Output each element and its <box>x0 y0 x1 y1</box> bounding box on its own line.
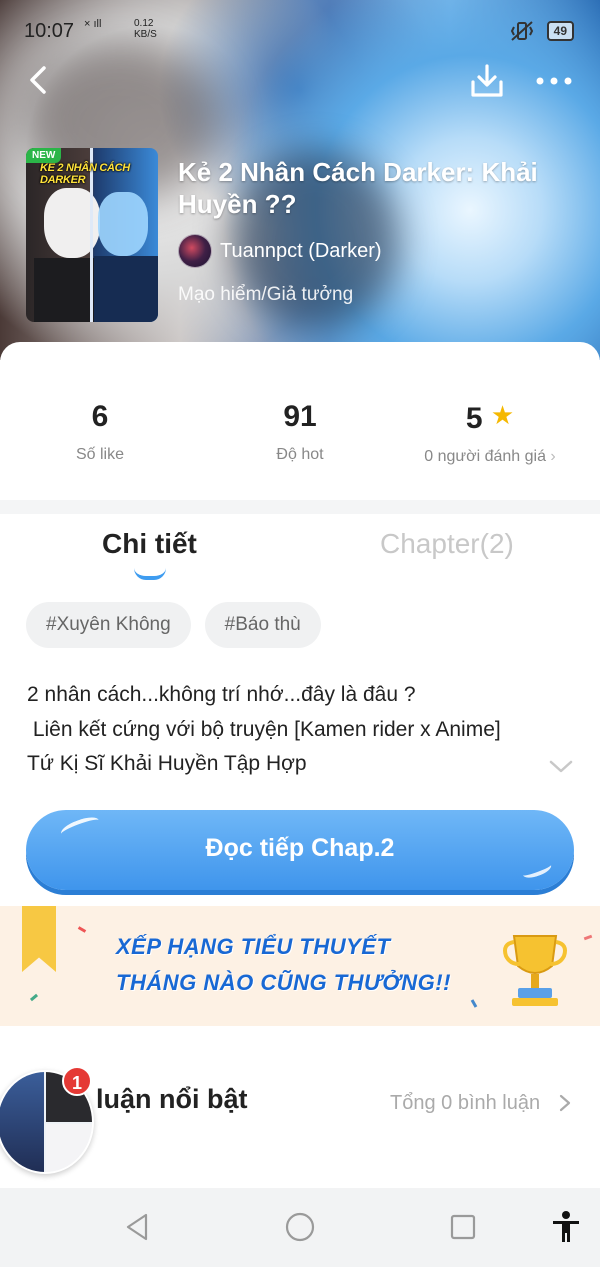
notification-badge: 1 <box>62 1066 92 1096</box>
vibrate-icon <box>510 21 533 41</box>
book-title: Kẻ 2 Nhân Cách Darker: Khải Huyền ?? <box>178 157 538 219</box>
continue-reading-button[interactable]: Đọc tiếp Chap.2 <box>26 810 574 890</box>
expand-chevron-icon[interactable] <box>548 758 574 776</box>
hot-label: Độ hot <box>276 446 324 463</box>
book-cover[interactable]: KẺ 2 NHÂN CÁCH DARKER NEW <box>26 148 158 322</box>
book-genre: Mạo hiểm/Giả tưởng <box>178 284 354 305</box>
download-icon[interactable] <box>468 62 506 100</box>
cover-title: KẺ 2 NHÂN CÁCH DARKER <box>40 162 130 186</box>
description-line: 2 nhân cách...không trí nhớ...đây là đâu… <box>27 683 416 706</box>
chevron-right-icon[interactable] <box>558 1094 572 1112</box>
system-back-icon[interactable] <box>120 1210 154 1244</box>
status-bar: 10:07 × ıll 0.12 KB/S 49 <box>0 14 600 50</box>
cover-art <box>94 256 158 322</box>
battery-icon: 49 <box>546 21 574 41</box>
system-home-icon[interactable] <box>283 1210 317 1244</box>
description: 2 nhân cách...không trí nhớ...đây là đâu… <box>27 678 567 782</box>
signal-icon: × ıll <box>84 18 102 30</box>
stat-likes: 6 Số like <box>0 400 200 464</box>
comments-title: luận nổi bật <box>96 1084 248 1114</box>
status-right: 49 <box>509 20 574 42</box>
hot-value: 91 <box>283 400 317 433</box>
avatar <box>46 1124 92 1172</box>
rating-label[interactable]: 0 người đánh giá <box>424 448 546 465</box>
system-navigation-bar <box>0 1188 600 1267</box>
stat-hot: 91 Độ hot <box>200 400 400 464</box>
tag-list: #Xuyên Không #Báo thù <box>26 602 321 648</box>
star-icon: ★ <box>490 400 515 430</box>
tab-bar: Chi tiết Chapter(2) <box>0 514 600 584</box>
tab-indicator <box>134 568 166 580</box>
tab-detail[interactable]: Chi tiết <box>102 528 197 560</box>
confetti <box>29 993 39 1002</box>
tab-chapters[interactable]: Chapter(2) <box>380 528 514 560</box>
chevron-right-icon: › <box>550 448 556 465</box>
likes-value: 6 <box>91 400 109 433</box>
more-dots-icon[interactable] <box>534 68 574 94</box>
cover-art <box>98 192 148 256</box>
author-row[interactable]: Tuannpct (Darker) <box>178 234 382 268</box>
stat-rating[interactable]: 5 ★ 0 người đánh giá › <box>390 400 590 466</box>
tag-chip[interactable]: #Báo thù <box>204 602 321 648</box>
header-banner: 10:07 × ıll 0.12 KB/S 49 KẺ 2 NHÂN CÁCH … <box>0 0 600 360</box>
description-line: Liên kết cứng với bộ truyện [Kamen rider… <box>27 717 501 741</box>
confetti <box>583 934 593 941</box>
ranking-promo-banner[interactable]: XẾP HẠNG TIỂU THUYẾT THÁNG NÀO CŨNG THƯỞ… <box>0 906 600 1026</box>
net-speed: 0.12 KB/S <box>134 18 157 40</box>
rating-label-row[interactable]: 0 người đánh giá › <box>390 448 590 466</box>
comments-total[interactable]: Tổng 0 bình luận <box>390 1092 540 1115</box>
promo-line-1: XẾP HẠNG TIỂU THUYẾT <box>116 934 391 959</box>
author-name[interactable]: Tuannpct (Darker) <box>220 240 382 263</box>
avatar <box>0 1072 44 1172</box>
rating-value: 5 <box>465 402 483 435</box>
author-avatar[interactable] <box>178 234 212 268</box>
continue-reading-label: Đọc tiếp Chap.2 <box>205 834 395 862</box>
accessibility-icon[interactable] <box>549 1210 583 1244</box>
back-arrow-icon[interactable] <box>22 62 58 98</box>
confetti <box>77 926 87 933</box>
app-root: 10:07 × ıll 0.12 KB/S 49 KẺ 2 NHÂN CÁCH … <box>0 0 600 1267</box>
likes-label: Số like <box>75 446 125 463</box>
promo-line-2: THÁNG NÀO CŨNG THƯỞNG!! <box>116 970 451 995</box>
system-recents-icon[interactable] <box>446 1210 480 1244</box>
bookmark-ribbon-icon <box>22 906 56 972</box>
rating-value-row: 5 ★ <box>390 400 590 436</box>
new-badge: NEW <box>26 148 62 163</box>
status-time: 10:07 <box>24 20 75 42</box>
tag-chip[interactable]: #Xuyên Không <box>26 602 191 648</box>
confetti <box>470 999 478 1008</box>
description-line: Tứ Kị Sĩ Khải Huyền Tập Hợp <box>27 752 307 775</box>
divider <box>0 500 600 514</box>
cover-art <box>34 258 96 322</box>
trophy-icon <box>503 935 567 1006</box>
stats-panel: 6 Số like 91 Độ hot 5 ★ 0 người đánh giá… <box>0 342 600 500</box>
